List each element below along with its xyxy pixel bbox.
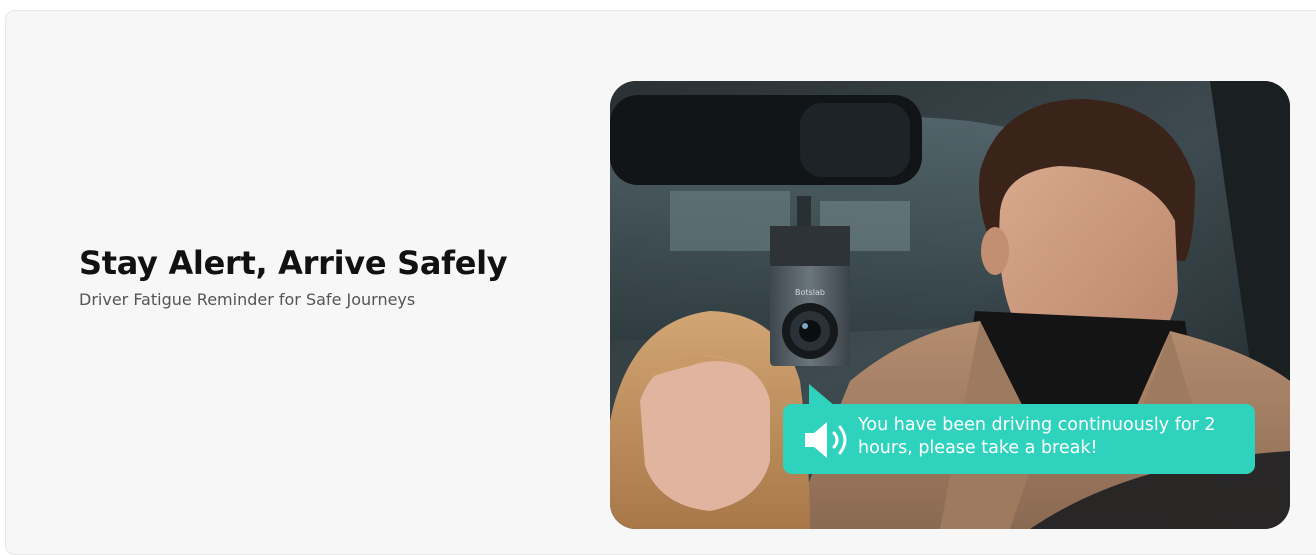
fatigue-alert-text: You have been driving continuously for 2… (858, 415, 1216, 458)
feature-subtitle: Driver Fatigue Reminder for Safe Journey… (79, 290, 416, 309)
feature-photo: Botslab You have been driving continuous… (610, 81, 1290, 529)
feature-card: Stay Alert, Arrive Safely Driver Fatigue… (5, 10, 1316, 555)
feature-title: Stay Alert, Arrive Safely (79, 244, 508, 282)
feature-text: Stay Alert, Arrive Safely Driver Fatigue… (79, 241, 539, 311)
fatigue-alert-bubble: You have been driving continuously for 2… (783, 404, 1255, 474)
alert-bubble-tail (809, 384, 835, 406)
speaker-sound-icon (805, 422, 847, 458)
camera-brand-label: Botslab (795, 288, 825, 297)
